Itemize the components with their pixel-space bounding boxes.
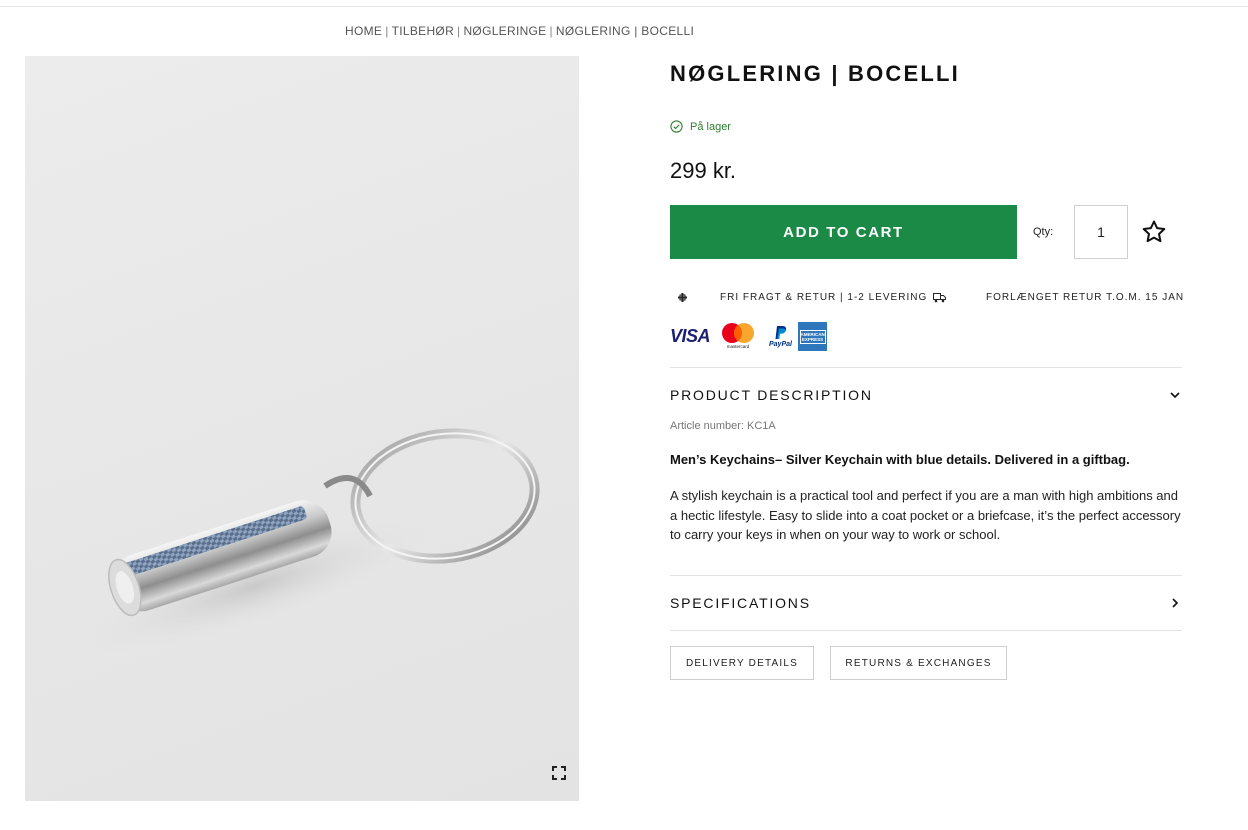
qty-label: Qty: <box>1033 226 1054 238</box>
add-to-cart-row: ADD TO CART Qty: <box>670 205 1182 259</box>
product-image-gallery[interactable] <box>25 56 579 801</box>
breadcrumb-separator: | <box>385 24 389 38</box>
visa-logo: VISA <box>670 326 711 346</box>
returns-exchanges-button[interactable]: RETURNS & EXCHANGES <box>830 646 1007 680</box>
quantity-input[interactable] <box>1074 205 1128 259</box>
breadcrumb-home[interactable]: HOME <box>345 24 382 38</box>
breadcrumb-current: NØGLERING | BOCELLI <box>555 24 695 38</box>
breadcrumb-noegleringe[interactable]: NØGLERINGE <box>463 24 546 38</box>
plus-icon <box>678 293 687 302</box>
breadcrumb-tilbehor[interactable]: TILBEHØR <box>392 24 454 38</box>
product-description-toggle[interactable]: PRODUCT DESCRIPTION <box>670 385 1182 405</box>
product-title: NØGLERING | BOCELLI <box>670 61 960 86</box>
paypal-p-icon <box>775 326 787 339</box>
mastercard-logo: mastercard <box>720 322 756 352</box>
usp-free-shipping: FRI FRAGT & RETUR | 1-2 LEVERING <box>720 292 928 303</box>
product-image <box>73 428 540 656</box>
fullscreen-expand-icon[interactable] <box>551 765 567 781</box>
breadcrumb-separator: | <box>457 24 461 38</box>
product-description-heading: PRODUCT DESCRIPTION <box>670 387 873 403</box>
usp-extended-return: FORLÆNGET RETUR T.O.M. 15 JAN <box>986 292 1185 303</box>
star-outline-icon[interactable] <box>1141 219 1167 245</box>
product-price: 299 kr. <box>670 158 737 183</box>
mastercard-circles-icon <box>722 323 754 343</box>
article-number: Article number: KC1A <box>670 420 776 432</box>
breadcrumb: HOME | TILBEHØR | NØGLERINGE | NØGLERING | BOC… <box>345 24 694 38</box>
amex-logo: AMERICAN EXPRESS <box>798 322 827 351</box>
specifications-toggle[interactable]: SPECIFICATIONS <box>670 593 1182 613</box>
check-circle-icon <box>670 120 683 133</box>
description-lead: Men’s Keychains– Silver Keychain with bl… <box>670 452 1130 467</box>
mastercard-label: mastercard <box>726 344 750 349</box>
paypal-logo: PayPal <box>769 322 793 352</box>
stock-status: På lager <box>670 120 731 133</box>
divider <box>670 367 1182 368</box>
amex-label: AMERICAN EXPRESS <box>799 329 826 344</box>
delivery-details-button[interactable]: DELIVERY DETAILS <box>670 646 814 680</box>
header-divider <box>0 6 1248 7</box>
add-to-cart-button[interactable]: ADD TO CART <box>670 205 1017 259</box>
divider <box>670 575 1182 576</box>
description-body: A stylish keychain is a practical tool a… <box>670 488 1181 542</box>
paypal-label: PayPal <box>769 341 792 348</box>
stock-status-label: På lager <box>690 120 731 133</box>
specifications-heading: SPECIFICATIONS <box>670 595 811 611</box>
chevron-down-icon <box>1170 392 1180 399</box>
divider <box>670 630 1182 631</box>
breadcrumb-separator: | <box>549 24 553 38</box>
truck-icon <box>933 293 946 303</box>
chevron-right-icon <box>1172 598 1179 608</box>
usp-row: FRI FRAGT & RETUR | 1-2 LEVERING FORLÆNG… <box>670 291 1185 305</box>
